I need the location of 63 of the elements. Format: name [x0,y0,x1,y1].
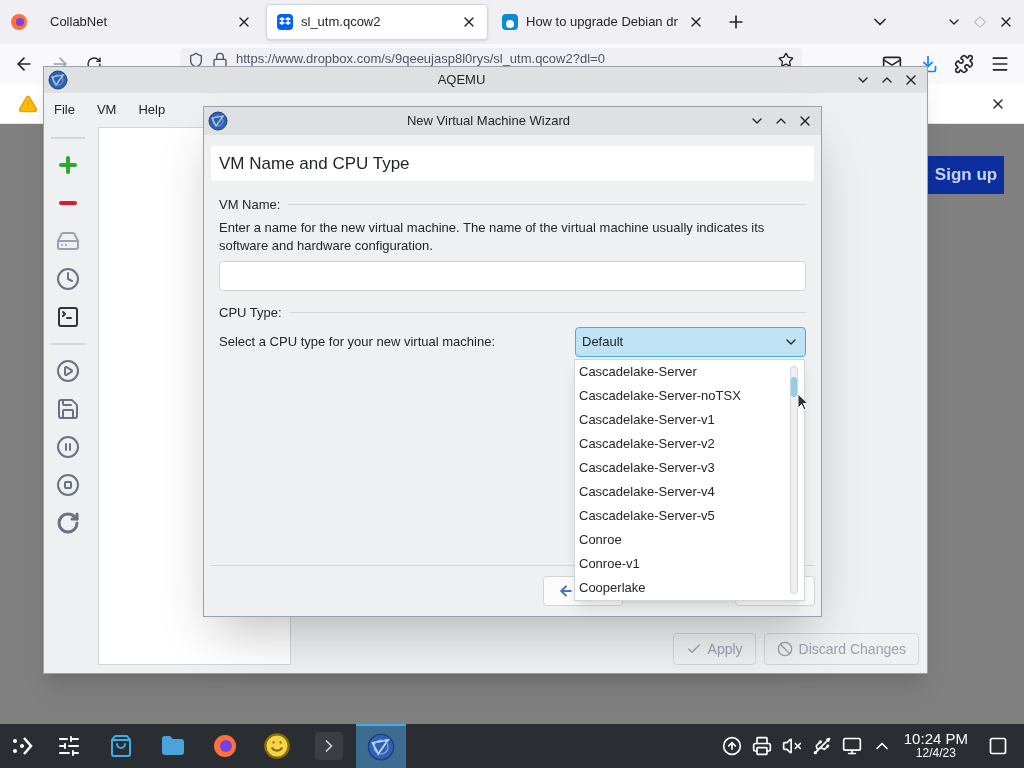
dropdown-option[interactable]: Cascadelake-Server [578,360,790,384]
folder-icon [161,734,185,758]
cpu-type-label: Select a CPU type for your new virtual machine: [219,333,496,352]
settings-icon [57,734,81,758]
network-icon[interactable] [841,736,862,756]
dropdown-option[interactable]: Cascadelake-Server-v1 [578,408,790,432]
url-text: https://www.dropbox.com/s/9qeeujasp8l0rys/sl_utm.qcow2?dl=0 [236,52,605,65]
dropdown-option[interactable]: Conroe-v1 [578,552,790,576]
clock-icon[interactable] [56,267,80,291]
terminal-icon [315,732,343,760]
floppy-icon[interactable] [56,397,80,421]
name-field[interactable] [219,260,806,291]
stop-icon[interactable] [56,473,80,497]
cpu-type-dropdown[interactable]: Default [575,327,806,357]
tab-title: sl_utm.qcow2 [301,13,382,32]
reset-icon[interactable] [56,511,80,535]
menu-item[interactable]: Help [138,100,166,120]
dropdown-option[interactable]: Cascadelake-Server-v3 [578,456,790,480]
show-desktop-icon[interactable] [988,736,1008,756]
help-text: Enter a name for the new virtual machine. The name of the virtual machine usually indicates its software and hardware configuration. [219,218,766,255]
clock-date: 12/4/23 [915,746,956,761]
section-label: VM Name: [219,196,281,214]
pause-icon[interactable] [56,435,80,459]
dropdown-option[interactable]: Conroe [578,528,790,552]
scrollbar[interactable] [790,366,798,594]
sign-up-button[interactable]: Sign up [928,156,1004,194]
store-bag-icon [109,734,133,758]
site-tab-icon [502,14,518,30]
browser-tab[interactable]: How to upgrade Debian dr [492,4,714,40]
dropdown-option[interactable]: Cascadelake-Server-v5 [578,504,790,528]
extensions-icon[interactable] [954,54,974,74]
update-icon[interactable] [721,736,742,756]
dropdown-option[interactable]: Cooperlake [578,576,790,600]
dropdown-option[interactable]: Cascadelake-Server-v2 [578,432,790,456]
clock[interactable]: 10:24 PM 12/4/23 [903,731,968,761]
usb-icon[interactable] [811,736,832,756]
taskbar-app[interactable] [356,724,406,768]
bookmark-star-icon[interactable] [778,52,794,68]
app-icon [48,70,68,90]
menu-icon[interactable] [990,54,1010,74]
page-heading: VM Name and CPU Type [219,152,410,175]
dropdown-option[interactable]: Cascadelake-Server-noTSX [578,384,790,408]
play-icon[interactable] [56,359,80,383]
section-label: CPU Type: [219,303,282,322]
smiley-icon [263,732,291,760]
browser-tab[interactable]: CollabNet [40,4,262,40]
prohibited-icon [776,641,793,657]
browser-tab[interactable]: sl_utm.qcow2 [266,4,488,40]
add-icon[interactable] [56,153,80,177]
dropdown-option[interactable]: Cascadelake-Server-v4 [578,480,790,504]
menu-item[interactable]: File [54,100,75,120]
clock-time: 10:24 PM [903,731,968,746]
warning-icon [18,93,38,114]
lock-icon [212,52,228,68]
window-title: New Virtual Machine Wizard [405,112,571,131]
tab-title: CollabNet [50,13,109,32]
printer-icon[interactable] [751,736,772,756]
tab-title: How to upgrade Debian dr [526,13,679,32]
app-icon [208,111,228,131]
menu-item[interactable]: VM [96,100,117,120]
muted-speaker-icon[interactable] [781,736,802,756]
terminal-icon[interactable] [56,305,80,329]
shield-icon [188,52,204,68]
